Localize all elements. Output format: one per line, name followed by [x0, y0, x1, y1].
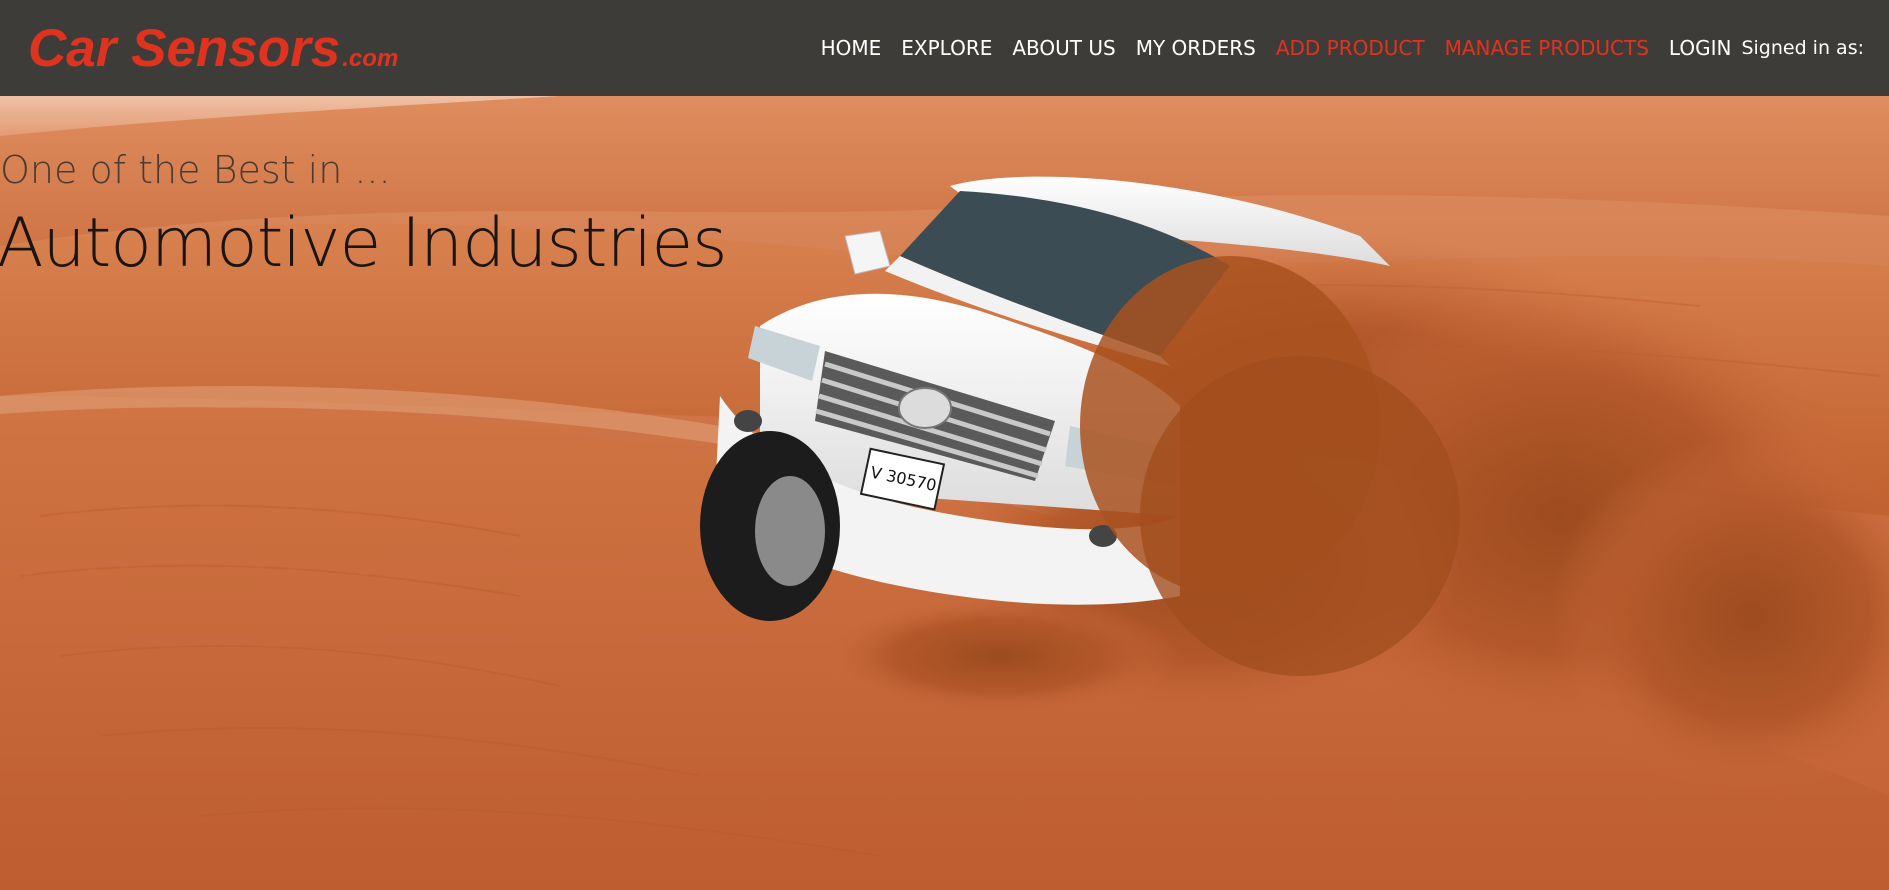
- top-navbar: Car Sensors .com HOME EXPLORE ABOUT US M…: [0, 0, 1889, 96]
- signed-in-label: Signed in as:: [1741, 37, 1864, 59]
- hero-subtitle: One of the Best in ...: [0, 148, 391, 192]
- nav-home-link[interactable]: HOME: [811, 36, 892, 60]
- nav-about-us-link[interactable]: ABOUT US: [1002, 36, 1125, 60]
- hero-title: Automotive Industries: [0, 204, 728, 283]
- brand-logo[interactable]: Car Sensors .com: [28, 18, 398, 79]
- nav-my-orders-link[interactable]: MY ORDERS: [1126, 36, 1266, 60]
- nav-menu: HOME EXPLORE ABOUT US MY ORDERS ADD PROD…: [811, 36, 1864, 60]
- brand-tld: .com: [342, 44, 399, 72]
- brand-name: Car Sensors: [28, 18, 341, 78]
- nav-add-product-link[interactable]: ADD PRODUCT: [1266, 36, 1435, 60]
- hero-banner: V 30570 One of the Best in ... Automotiv…: [0, 96, 1889, 890]
- nav-login-link[interactable]: LOGIN: [1659, 36, 1742, 60]
- nav-manage-products-link[interactable]: MANAGE PRODUCTS: [1435, 36, 1659, 60]
- nav-explore-link[interactable]: EXPLORE: [891, 36, 1002, 60]
